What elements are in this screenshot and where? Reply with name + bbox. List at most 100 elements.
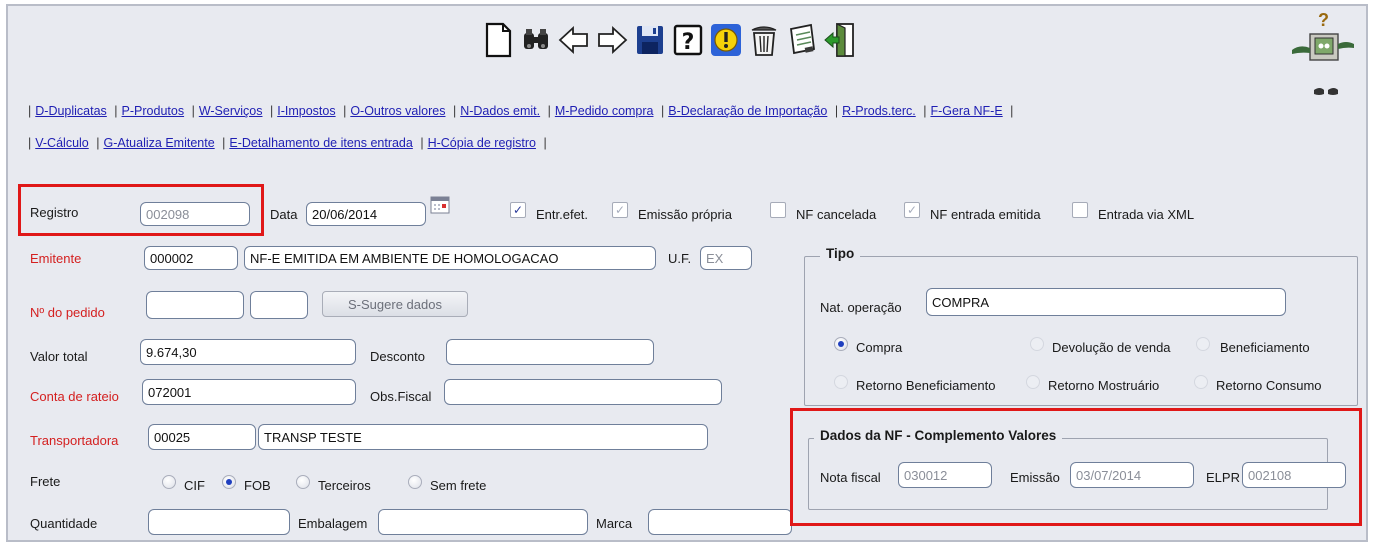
emitente-name-field[interactable] <box>244 246 656 270</box>
frete-cif-radio[interactable] <box>162 475 176 489</box>
nota-fiscal-label: Nota fiscal <box>820 470 881 485</box>
valor-total-field[interactable] <box>140 339 356 365</box>
menu-produtos[interactable]: P-Produtos <box>122 104 185 118</box>
emitente-label: Emitente <box>30 251 82 266</box>
embalagem-field[interactable] <box>378 509 588 535</box>
dados-nf-title: Dados da NF - Complemento Valores <box>814 428 1063 443</box>
menu-calculo[interactable]: V-Cálculo <box>35 136 89 150</box>
trash-bin-icon[interactable] <box>746 20 782 60</box>
menu-prods-terc[interactable]: R-Prods.terc. <box>842 104 916 118</box>
nota-fiscal-field[interactable] <box>898 462 992 488</box>
frete-label: Frete <box>30 474 61 489</box>
tipo-retorno-consumo-radio[interactable] <box>1194 375 1208 389</box>
emitente-code-field[interactable] <box>144 246 238 270</box>
transportadora-code-field[interactable] <box>148 424 256 450</box>
tipo-retorno-mostruario-radio[interactable] <box>1026 375 1040 389</box>
entr-efet-label: Entr.efet. <box>536 207 589 222</box>
nat-operacao-field[interactable] <box>926 288 1286 316</box>
exit-door-icon[interactable] <box>822 20 858 60</box>
sugere-dados-button[interactable]: S-Sugere dados <box>322 291 468 317</box>
data-label: Data <box>270 207 298 222</box>
frete-sem-frete-radio[interactable] <box>408 475 422 489</box>
frete-fob-label: FOB <box>244 478 271 493</box>
notepad-edit-icon[interactable] <box>784 20 820 60</box>
obs-fiscal-label: Obs.Fiscal <box>370 389 432 404</box>
nf-cancelada-label: NF cancelada <box>796 207 877 222</box>
quantidade-label: Quantidade <box>30 516 98 531</box>
menu-copia-registro[interactable]: H-Cópia de registro <box>428 136 536 150</box>
conta-rateio-label: Conta de rateio <box>30 389 119 404</box>
tipo-retorno-consumo-label: Retorno Consumo <box>1216 378 1322 393</box>
marca-field[interactable] <box>648 509 792 535</box>
desconto-field[interactable] <box>446 339 654 365</box>
help-question-icon[interactable]: ? <box>670 20 706 60</box>
entr-efet-checkbox[interactable]: ✓ <box>510 202 526 218</box>
nf-entrada-emitida-checkbox[interactable]: ✓ <box>904 202 920 218</box>
menu-pedido-compra[interactable]: M-Pedido compra <box>555 104 654 118</box>
entrada-xml-label: Entrada via XML <box>1098 207 1195 222</box>
tipo-retorno-beneficiamento-radio[interactable] <box>834 375 848 389</box>
embalagem-label: Embalagem <box>298 516 368 531</box>
frete-fob-radio[interactable] <box>222 475 236 489</box>
menu-servicos[interactable]: W-Serviços <box>199 104 263 118</box>
registro-label: Registro <box>30 205 79 220</box>
elpr-label: ELPR <box>1206 470 1240 485</box>
nf-cancelada-checkbox[interactable] <box>770 202 786 218</box>
elpr-field[interactable] <box>1242 462 1346 488</box>
pedido-field-1[interactable] <box>146 291 244 319</box>
obs-fiscal-field[interactable] <box>444 379 722 405</box>
arrow-right-icon[interactable] <box>594 20 630 60</box>
nf-entrada-emitida-label: NF entrada emitida <box>930 207 1041 222</box>
menu-atualiza-emitente[interactable]: G-Atualiza Emitente <box>103 136 214 150</box>
new-document-icon[interactable] <box>480 20 516 60</box>
desconto-label: Desconto <box>370 349 425 364</box>
binoculars-search-icon[interactable] <box>518 20 554 60</box>
menu-bar-line2: | V-Cálculo | G-Atualiza Emitente | E-Detal… <box>28 136 547 150</box>
svg-text:?: ? <box>682 30 695 55</box>
transportadora-name-field[interactable] <box>258 424 708 450</box>
pedido-field-2[interactable] <box>250 291 308 319</box>
menu-outros-valores[interactable]: O-Outros valores <box>350 104 445 118</box>
emissao-propria-label: Emissão própria <box>638 207 732 222</box>
menu-declaracao-importacao[interactable]: B-Declaração de Importação <box>668 104 827 118</box>
transportadora-label: Transportadora <box>30 433 119 448</box>
menu-dados-emit[interactable]: N-Dados emit. <box>460 104 540 118</box>
menu-duplicatas[interactable]: D-Duplicatas <box>35 104 107 118</box>
tipo-devolucao-venda-radio[interactable] <box>1030 337 1044 351</box>
emissao-propria-checkbox[interactable]: ✓ <box>612 202 628 218</box>
valor-total-label: Valor total <box>30 349 88 364</box>
nat-operacao-label: Nat. operação <box>820 300 902 315</box>
warning-exclamation-icon[interactable] <box>708 20 744 60</box>
tipo-beneficiamento-radio[interactable] <box>1196 337 1210 351</box>
frete-terceiros-radio[interactable] <box>296 475 310 489</box>
tipo-compra-radio[interactable] <box>834 337 848 351</box>
conta-rateio-field[interactable] <box>142 379 356 405</box>
menu-bar-line1: | D-Duplicatas | P-Produtos | W-Serviços | I… <box>28 104 1014 118</box>
arrow-left-icon[interactable] <box>556 20 592 60</box>
tipo-title: Tipo <box>820 246 861 261</box>
app-window: ? ? | D-Duplicatas | P-Produtos | W-Serviço… <box>6 4 1368 542</box>
tipo-retorno-beneficiamento-label: Retorno Beneficiamento <box>856 378 996 393</box>
tipo-devolucao-venda-label: Devolução de venda <box>1052 340 1171 355</box>
menu-detalhamento-itens[interactable]: E-Detalhamento de itens entrada <box>229 136 412 150</box>
entrada-xml-checkbox[interactable] <box>1072 202 1088 218</box>
tipo-beneficiamento-label: Beneficiamento <box>1220 340 1310 355</box>
pedido-label: Nº do pedido <box>30 305 105 320</box>
uf-field[interactable] <box>700 246 752 270</box>
data-field[interactable] <box>306 202 426 226</box>
menu-gera-nfe[interactable]: F-Gera NF-E <box>930 104 1002 118</box>
tipo-retorno-mostruario-label: Retorno Mostruário <box>1048 378 1160 393</box>
menu-impostos[interactable]: I-Impostos <box>277 104 335 118</box>
quantidade-field[interactable] <box>148 509 290 535</box>
registro-field[interactable] <box>140 202 250 226</box>
frete-cif-label: CIF <box>184 478 205 493</box>
emissao-label: Emissão <box>1010 470 1060 485</box>
frete-sem-frete-label: Sem frete <box>430 478 487 493</box>
save-disk-icon[interactable] <box>632 20 668 60</box>
calendar-icon[interactable] <box>430 195 450 215</box>
assistant-mascot-icon[interactable]: ? <box>1290 10 1356 100</box>
marca-label: Marca <box>596 516 633 531</box>
tipo-compra-label: Compra <box>856 340 903 355</box>
emissao-field[interactable] <box>1070 462 1194 488</box>
frete-terceiros-label: Terceiros <box>318 478 371 493</box>
